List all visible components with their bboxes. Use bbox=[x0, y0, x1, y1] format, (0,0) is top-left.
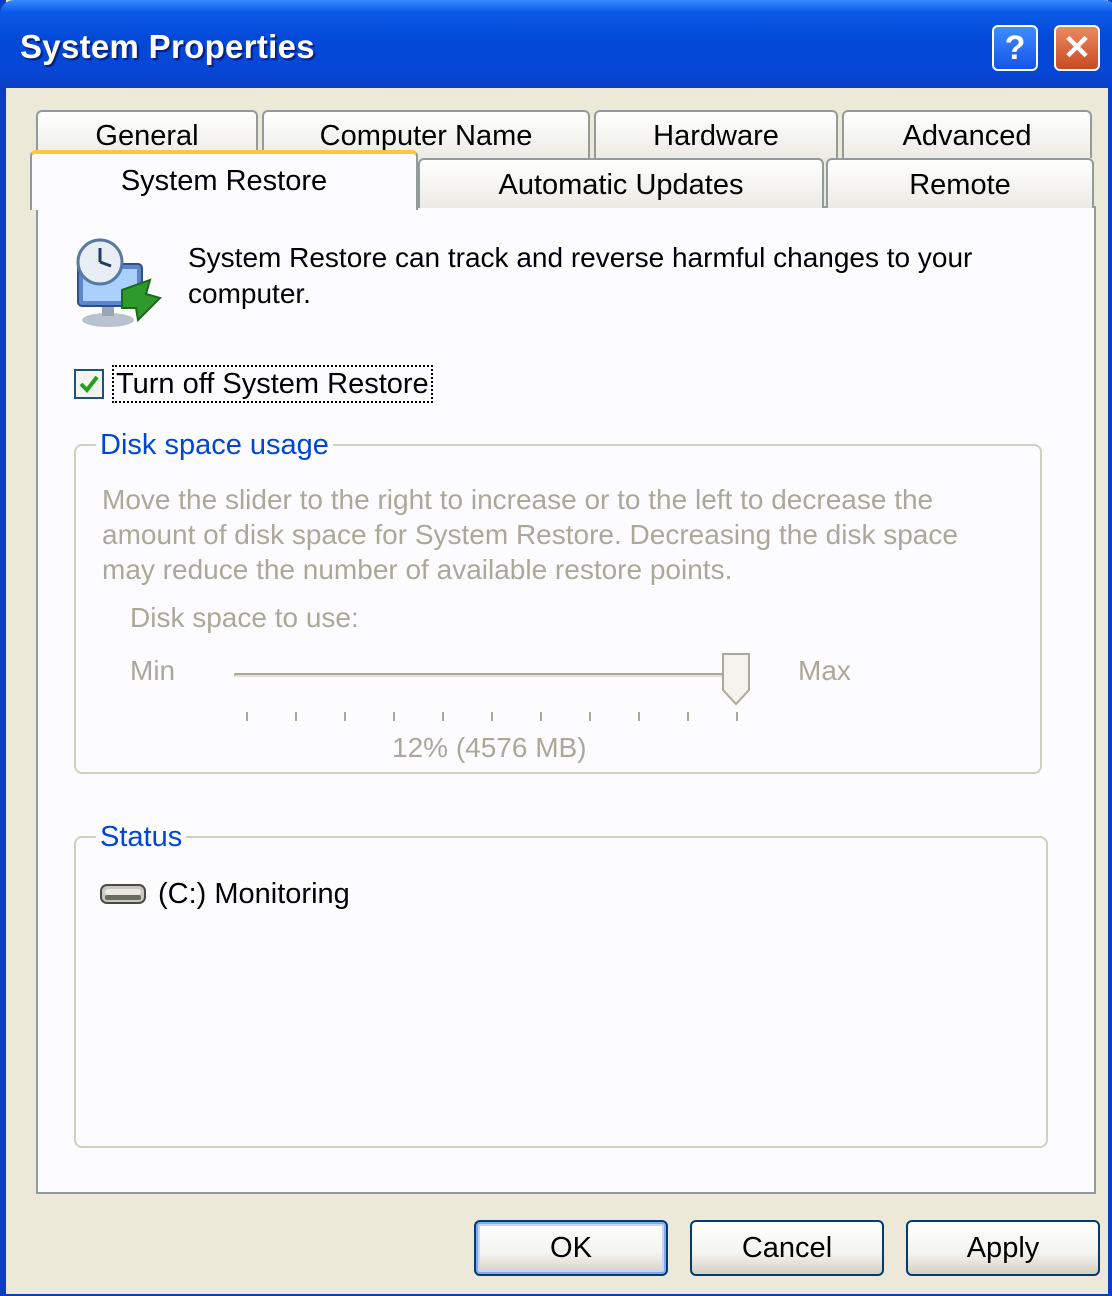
disk-space-usage-title: Disk space usage bbox=[96, 428, 333, 462]
slider-tick bbox=[246, 712, 248, 721]
system-properties-window: System Properties ? ✕ General Computer N… bbox=[0, 0, 1112, 1296]
drive-status-text: (C:) Monitoring bbox=[158, 877, 350, 910]
slider-tick bbox=[540, 712, 542, 721]
window-title: System Properties bbox=[20, 28, 315, 65]
close-button[interactable]: ✕ bbox=[1054, 25, 1100, 71]
disk-space-slider-track[interactable] bbox=[234, 673, 740, 677]
checkmark-icon bbox=[79, 375, 99, 394]
intro-text: System Restore can track and reverse har… bbox=[188, 242, 973, 309]
slider-tick bbox=[442, 712, 444, 721]
drive-status-item[interactable]: (C:) Monitoring bbox=[100, 876, 350, 912]
tab-system-restore[interactable]: System Restore bbox=[30, 150, 418, 210]
disk-space-description: Move the slider to the right to increase… bbox=[102, 484, 958, 585]
slider-min-label: Min bbox=[130, 655, 176, 686]
slider-tick bbox=[638, 712, 640, 721]
cancel-button[interactable]: Cancel bbox=[690, 1220, 884, 1276]
tab-advanced[interactable]: Advanced bbox=[842, 110, 1092, 158]
ok-button[interactable]: OK bbox=[474, 1220, 668, 1276]
help-icon: ? bbox=[1004, 28, 1026, 67]
slider-tick bbox=[687, 712, 689, 721]
status-title: Status bbox=[96, 820, 187, 854]
turn-off-system-restore-checkbox-row[interactable]: Turn off System Restore bbox=[74, 364, 433, 404]
slider-tick bbox=[491, 712, 493, 721]
slider-tick bbox=[295, 712, 297, 721]
tab-remote[interactable]: Remote bbox=[826, 158, 1094, 208]
slider-tick bbox=[344, 712, 346, 721]
apply-button[interactable]: Apply bbox=[906, 1220, 1100, 1276]
slider-tick bbox=[589, 712, 591, 721]
system-restore-icon bbox=[76, 238, 162, 327]
turn-off-system-restore-label[interactable]: Turn off System Restore bbox=[112, 365, 433, 403]
disk-space-to-use-label: Disk space to use: bbox=[130, 602, 359, 633]
slider-tick bbox=[393, 712, 395, 721]
tab-hardware[interactable]: Hardware bbox=[594, 110, 838, 158]
hard-drive-icon bbox=[100, 884, 146, 904]
turn-off-system-restore-checkbox[interactable] bbox=[74, 369, 104, 399]
disk-space-value: 12% (4576 MB) bbox=[392, 732, 587, 763]
disk-space-slider-thumb[interactable] bbox=[721, 652, 751, 706]
slider-tick bbox=[736, 712, 738, 721]
close-icon: ✕ bbox=[1062, 29, 1092, 67]
tab-automatic-updates[interactable]: Automatic Updates bbox=[418, 158, 824, 208]
help-button[interactable]: ? bbox=[992, 25, 1038, 71]
slider-max-label: Max bbox=[798, 655, 851, 686]
title-bar[interactable]: System Properties ? ✕ bbox=[0, 0, 1112, 88]
